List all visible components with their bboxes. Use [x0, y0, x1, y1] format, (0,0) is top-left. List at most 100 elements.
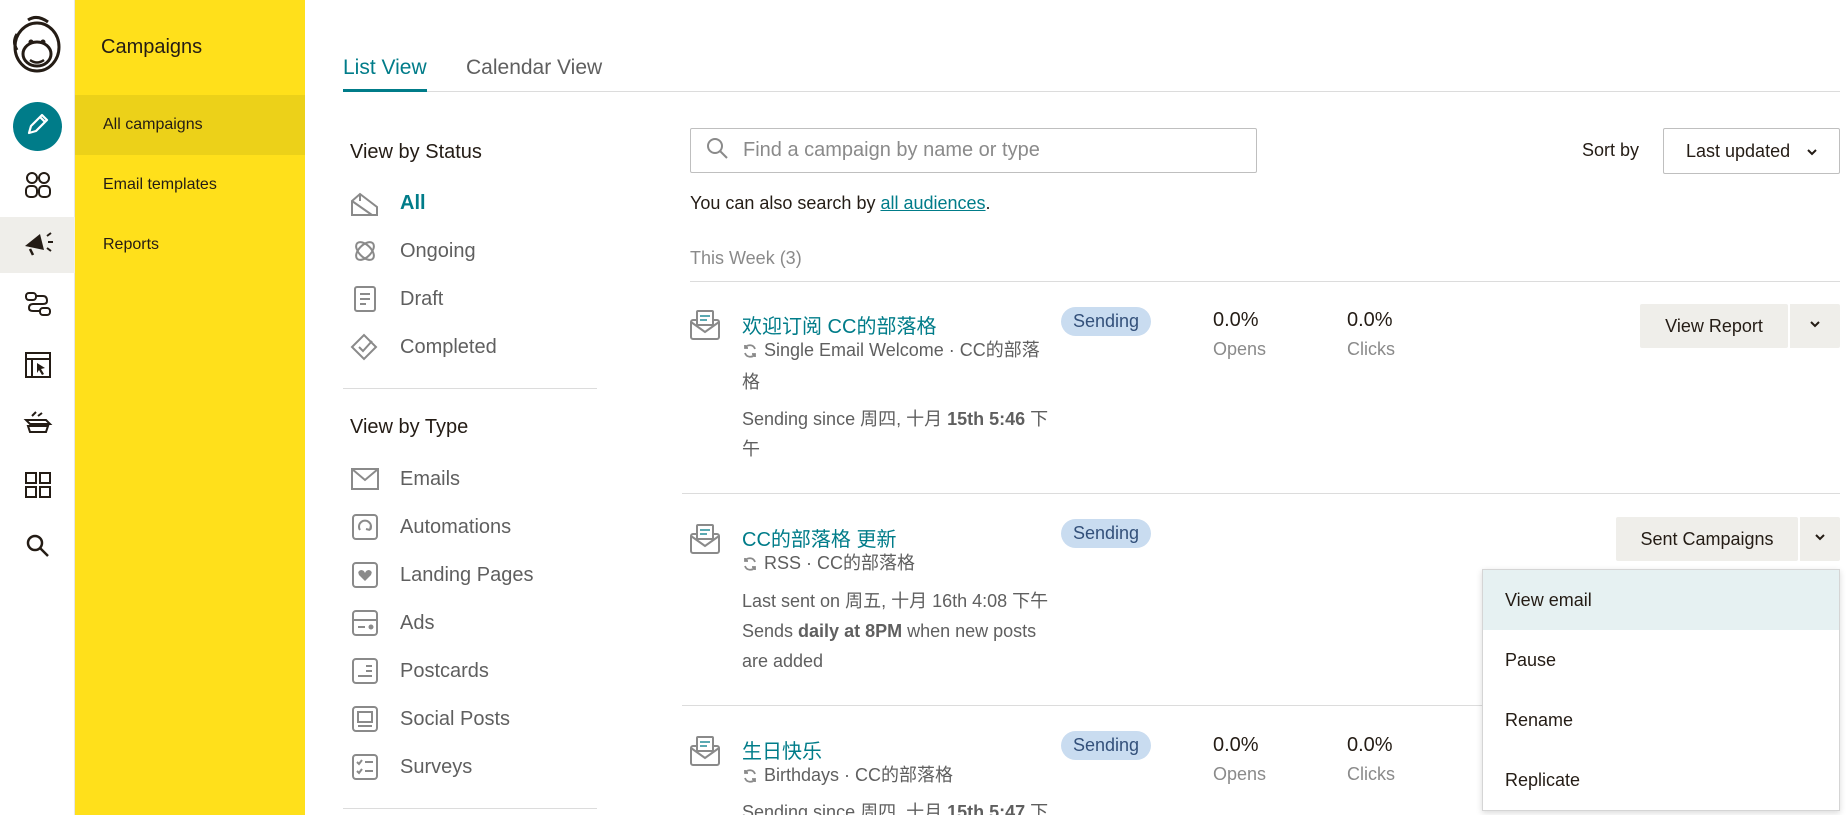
status-badge: Sending: [1061, 731, 1152, 760]
clicks-value: 0.0%: [1347, 309, 1393, 331]
completed-icon: [350, 332, 380, 362]
campaign-meta: Last sent on 周五, 十月 16th 4:08 下午 Sends d…: [742, 586, 1048, 676]
filters-divider: [343, 808, 597, 809]
app-rail: [0, 0, 75, 815]
type-filter-label: Surveys: [400, 755, 473, 778]
view-tabs: List View Calendar View: [343, 52, 1840, 92]
type-filter-heading: View by Type: [350, 416, 469, 438]
sort-select[interactable]: Last updated: [1663, 128, 1840, 174]
status-filter-label: All: [400, 191, 426, 214]
all-audiences-link[interactable]: all audiences: [880, 193, 985, 213]
campaign-email-icon: [688, 522, 722, 556]
status-badge: Sending: [1061, 519, 1152, 548]
view-report-button[interactable]: View Report: [1640, 304, 1788, 348]
clicks-value: 0.0%: [1347, 734, 1393, 756]
status-filter-ongoing[interactable]: Ongoing: [350, 233, 476, 269]
status-filter-label: Completed: [400, 335, 497, 358]
nav-content[interactable]: [0, 459, 75, 515]
nav-integrations[interactable]: [0, 399, 75, 455]
campaign-meta-bold: daily at 8PM: [798, 621, 903, 641]
filters-divider: [343, 388, 597, 389]
envelope-icon: [350, 464, 380, 494]
type-filter-label: Automations: [400, 515, 512, 538]
subnav-heading: Campaigns: [101, 36, 203, 58]
sent-campaigns-button[interactable]: Sent Campaigns: [1616, 517, 1798, 561]
type-filter-social-posts[interactable]: Social Posts: [350, 701, 510, 737]
campaign-meta-suffix: 下: [1025, 409, 1049, 429]
type-filter-ads[interactable]: Ads: [350, 605, 434, 641]
opens-value: 0.0%: [1213, 734, 1259, 756]
type-filter-label: Social Posts: [400, 707, 511, 730]
campaign-subtitle-line1: Birthdays · CC的部落格: [764, 765, 954, 785]
type-filter-emails[interactable]: Emails: [350, 461, 460, 497]
grid-icon: [24, 471, 52, 504]
subnav-item-all-campaigns[interactable]: All campaigns: [75, 95, 305, 155]
tab-list-view[interactable]: List View: [343, 56, 427, 92]
opens-value: 0.0%: [1213, 309, 1259, 331]
landing-page-icon: [350, 560, 380, 590]
campaign-title-link[interactable]: 生日快乐: [742, 735, 822, 764]
campaign-meta-prefix: Sends: [742, 621, 799, 641]
sort-value: Last updated: [1686, 140, 1791, 161]
campaign-meta-bold: 15th 5:47: [947, 802, 1026, 815]
chevron-down-icon: [1813, 530, 1827, 549]
menu-item-rename[interactable]: Rename: [1483, 690, 1839, 750]
campaign-subtitle: RSS · CC的部落格: [742, 549, 915, 581]
type-filter-label: Landing Pages: [400, 563, 534, 586]
subnav-item-reports[interactable]: Reports: [75, 215, 305, 275]
menu-item-replicate[interactable]: Replicate: [1483, 750, 1839, 810]
campaign-title-link[interactable]: CC的部落格 更新: [742, 523, 896, 552]
campaign-subtitle: Birthdays · CC的部落格: [742, 761, 953, 793]
search-input[interactable]: [743, 139, 1243, 162]
postcard-icon: [350, 656, 380, 686]
menu-item-view-email[interactable]: View email: [1483, 570, 1839, 630]
campaign-actions-toggle[interactable]: [1788, 304, 1840, 348]
menu-item-pause[interactable]: Pause: [1483, 630, 1839, 690]
row-divider: [682, 493, 1840, 494]
automations-icon: [23, 289, 53, 324]
refresh-icon: [742, 339, 758, 368]
campaign-meta-line3: are added: [742, 651, 824, 671]
search-icon: [705, 136, 729, 165]
all-campaigns-icon: [350, 188, 380, 218]
campaign-meta-suffix: 下: [1025, 802, 1049, 815]
nav-website[interactable]: [0, 339, 75, 395]
campaign-email-icon: [688, 308, 722, 342]
survey-icon: [350, 752, 380, 782]
nav-automations[interactable]: [0, 278, 75, 334]
status-filter-completed[interactable]: Completed: [350, 329, 497, 365]
chevron-down-icon: [1808, 317, 1822, 336]
subnav-item-email-templates[interactable]: Email templates: [75, 155, 305, 215]
type-filter-surveys[interactable]: Surveys: [350, 749, 472, 785]
search-hint-prefix: You can also search by: [690, 193, 881, 213]
status-filter-label: Draft: [400, 287, 444, 310]
status-filter-draft[interactable]: Draft: [350, 281, 443, 317]
campaign-email-icon: [688, 734, 722, 768]
campaign-title-link[interactable]: 欢迎订阅 CC的部落格: [742, 310, 936, 339]
nav-audience[interactable]: [0, 159, 75, 215]
audience-icon: [23, 170, 53, 205]
type-filter-postcards[interactable]: Postcards: [350, 653, 489, 689]
campaign-actions-toggle[interactable]: [1798, 517, 1840, 561]
clicks-label: Clicks: [1347, 764, 1395, 784]
type-filter-automations[interactable]: Automations: [350, 509, 511, 545]
nav-campaigns[interactable]: [0, 217, 75, 273]
chevron-down-icon: [1805, 143, 1819, 164]
refresh-icon: [742, 764, 758, 793]
mailchimp-logo-icon[interactable]: [8, 14, 66, 76]
campaign-meta-line1: Last sent on 周五, 十月 16th 4:08 下午: [742, 591, 1049, 611]
create-button[interactable]: [13, 102, 62, 151]
campaign-subtitle: Single Email Welcome · CC的部落 格: [742, 336, 1040, 397]
status-filter-label: Ongoing: [400, 239, 476, 262]
status-filter-all[interactable]: All: [350, 185, 426, 221]
type-filter-label: Emails: [400, 467, 461, 490]
automation-type-icon: [350, 512, 380, 542]
draft-icon: [350, 284, 380, 314]
search-hint: You can also search by all audiences.: [690, 193, 991, 214]
campaign-subtitle-line1: Single Email Welcome · CC的部落: [764, 340, 1040, 360]
nav-search[interactable]: [0, 520, 75, 576]
tab-calendar-view[interactable]: Calendar View: [466, 56, 602, 92]
social-post-icon: [350, 704, 380, 734]
clicks-label: Clicks: [1347, 339, 1395, 359]
type-filter-landing-pages[interactable]: Landing Pages: [350, 557, 533, 593]
